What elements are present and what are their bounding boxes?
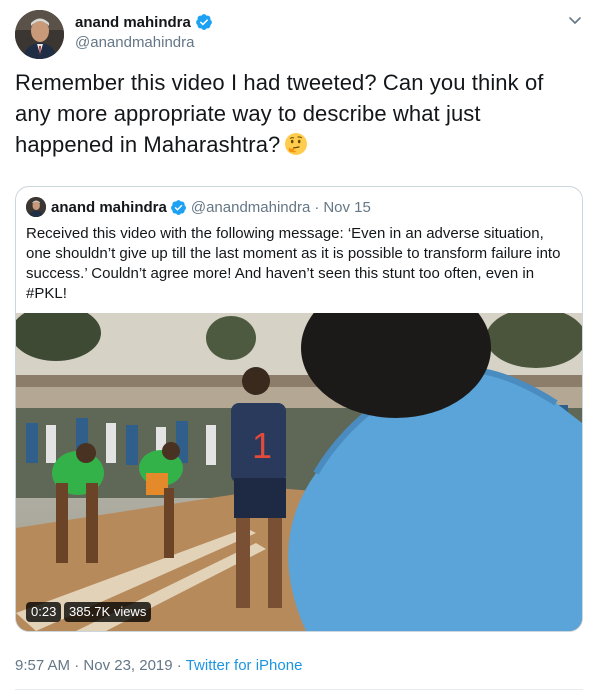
tweet-date[interactable]: Nov 23, 2019 [83, 657, 172, 674]
author-avatar[interactable] [15, 10, 64, 59]
chevron-down-icon[interactable] [567, 12, 583, 28]
tweet-header: anand mahindra @anandmahindra [15, 10, 583, 60]
divider [15, 689, 583, 690]
video-duration: 0:23 [26, 602, 62, 622]
meta-separator: · [172, 657, 186, 674]
video-frame: 1 [16, 313, 582, 631]
svg-text:1: 1 [252, 425, 272, 466]
quoted-date-separator: · [314, 198, 320, 216]
tweet-time[interactable]: 9:57 AM [15, 657, 70, 674]
thinking-face-icon [284, 132, 308, 156]
video-player[interactable]: 1 0:23 385.7K views [16, 313, 582, 631]
author-name[interactable]: anand mahindra [75, 14, 191, 31]
tweet-card: anand mahindra @anandmahindra Remember t… [0, 0, 598, 692]
verified-badge-icon [195, 13, 213, 31]
meta-separator: · [70, 657, 84, 674]
author-handle[interactable]: @anandmahindra [75, 34, 213, 51]
quoted-date: Nov 15 [323, 198, 371, 216]
quoted-tweet-text: Received this video with the following m… [26, 225, 561, 302]
tweet-source-link[interactable]: Twitter for iPhone [186, 657, 303, 674]
verified-badge-icon [170, 199, 187, 216]
author-info: anand mahindra @anandmahindra [75, 13, 213, 51]
tweet-text-body: Remember this video I had tweeted? Can y… [15, 70, 544, 157]
video-views: 385.7K views [64, 602, 152, 622]
tweet-meta: 9:57 AM · Nov 23, 2019 · Twitter for iPh… [15, 657, 302, 674]
quoted-tweet-header: anand mahindra @anandmahindra · Nov 15 [26, 197, 371, 217]
quoted-tweet[interactable]: anand mahindra @anandmahindra · Nov 15 R… [15, 186, 583, 632]
tweet-text: Remember this video I had tweeted? Can y… [15, 67, 583, 160]
quoted-author-name: anand mahindra [51, 198, 167, 216]
quoted-author-avatar [26, 197, 46, 217]
quoted-author-handle: @anandmahindra [190, 198, 311, 216]
